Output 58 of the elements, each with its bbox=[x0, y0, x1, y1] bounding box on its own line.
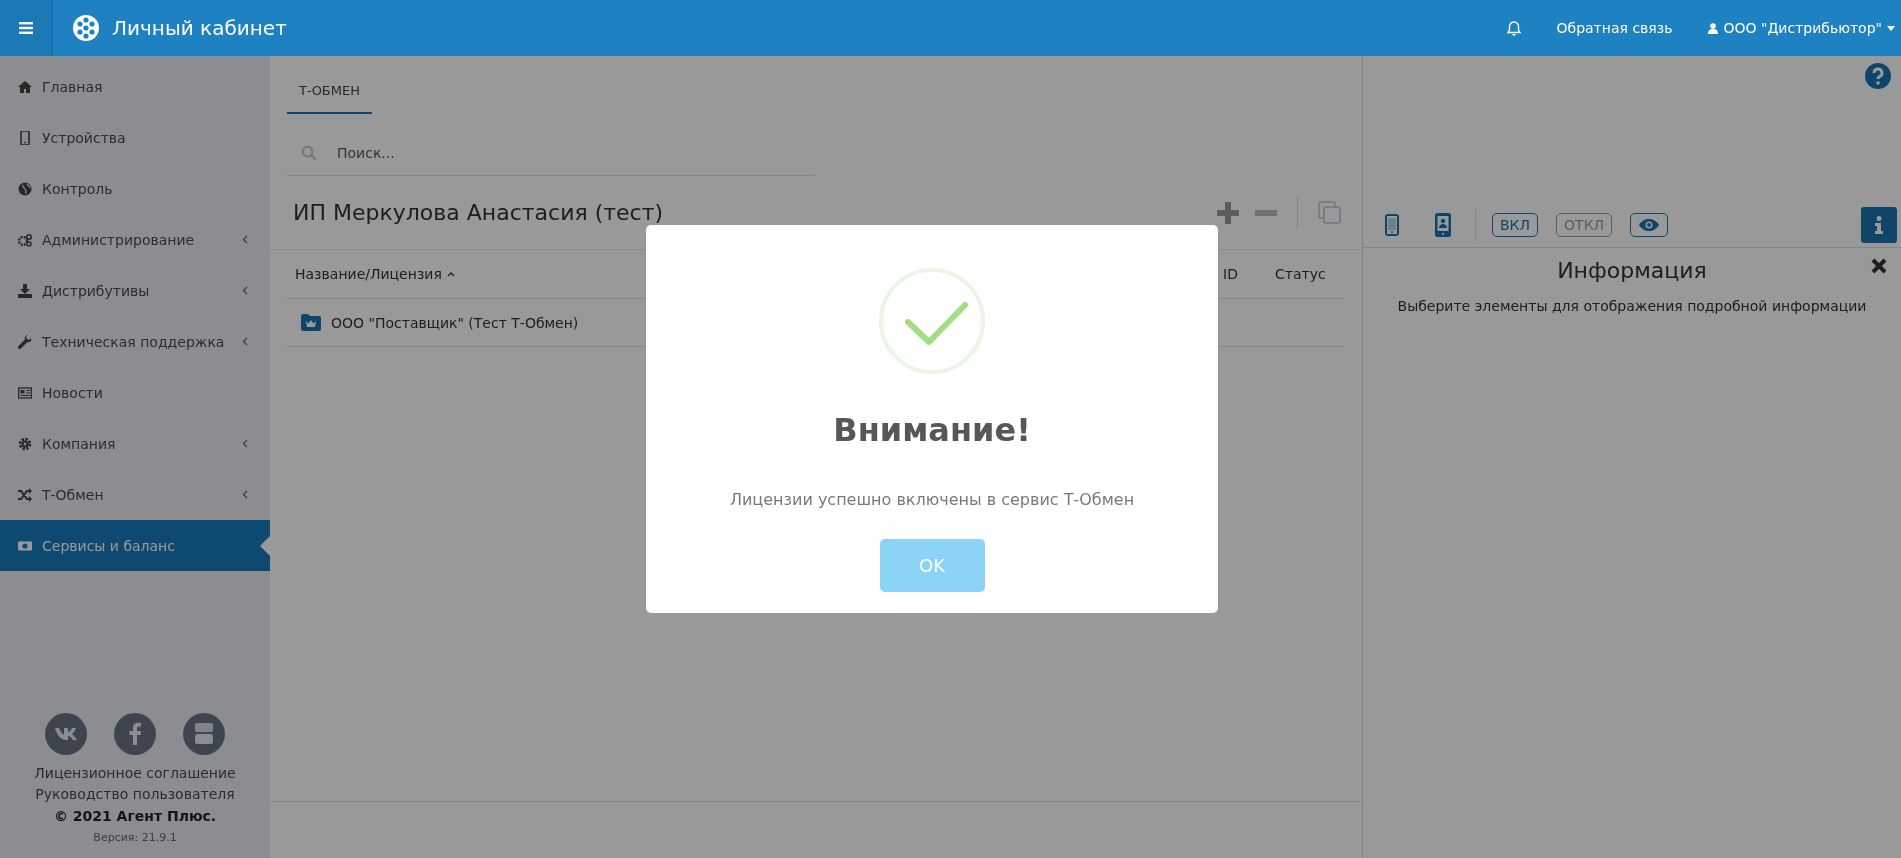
sidebar-item[interactable]: Техническая поддержка bbox=[0, 316, 270, 367]
help-icon[interactable] bbox=[1865, 63, 1891, 89]
dialog-message: Лицензии успешно включены в сервис Т-Обмен bbox=[729, 490, 1135, 509]
menu-icon bbox=[19, 22, 33, 34]
user-icon bbox=[1708, 22, 1719, 34]
newspaper-icon bbox=[18, 385, 32, 400]
eye-icon bbox=[1639, 219, 1660, 231]
info-icon bbox=[1874, 216, 1884, 234]
sidebar-item[interactable]: Контроль bbox=[0, 163, 270, 214]
panel-title: Информация bbox=[1557, 257, 1707, 283]
sidebar-item[interactable]: Компания bbox=[0, 418, 270, 469]
sidebar-item[interactable]: Администрирование bbox=[0, 214, 270, 265]
phone-icon bbox=[18, 130, 32, 145]
phone-icon[interactable] bbox=[1385, 214, 1399, 236]
facebook-icon[interactable] bbox=[114, 713, 156, 755]
download-icon bbox=[18, 283, 32, 298]
page-title: ИП Меркулова Анастасия (тест) bbox=[293, 200, 664, 225]
sidebar-item[interactable]: Сервисы и баланс bbox=[0, 520, 270, 571]
sidebar-item[interactable]: Дистрибутивы bbox=[0, 265, 270, 316]
caret-icon bbox=[1887, 25, 1895, 31]
search-field[interactable]: Поиск... bbox=[335, 143, 815, 162]
column-header[interactable]: Название/Лицензия bbox=[287, 266, 1223, 282]
vk-icon[interactable] bbox=[45, 713, 87, 755]
shuffle-icon bbox=[18, 487, 32, 502]
toggle-button[interactable]: ВКЛ bbox=[1492, 213, 1539, 237]
tab[interactable]: Т-ОБМЕН bbox=[287, 71, 372, 114]
app-title: Личный кабинет bbox=[112, 16, 287, 40]
bell-icon[interactable] bbox=[1506, 20, 1521, 36]
feedback-link[interactable]: Обратная связь bbox=[1556, 20, 1673, 36]
success-check-icon bbox=[878, 267, 986, 375]
column-header[interactable]: Статус bbox=[1275, 266, 1343, 282]
dialog-title: Внимание! bbox=[833, 411, 1031, 449]
version-text: Версия: 21.9.1 bbox=[93, 831, 177, 844]
copyright-text: © 2021 Агент Плюс. bbox=[53, 807, 217, 826]
close-icon[interactable] bbox=[1871, 258, 1887, 274]
sidebar-item[interactable]: Т-Обмен bbox=[0, 469, 270, 520]
logo-icon bbox=[72, 14, 100, 42]
plus-icon[interactable] bbox=[1217, 201, 1239, 224]
globe-icon bbox=[18, 181, 32, 196]
sidebar-item[interactable]: Новости bbox=[0, 367, 270, 418]
info-button[interactable] bbox=[1861, 207, 1897, 243]
sort-icon bbox=[446, 271, 455, 277]
sidebar-item[interactable]: Устройства bbox=[0, 112, 270, 163]
wrench-icon bbox=[18, 334, 32, 349]
table-cell: ООО "Поставщик" (Тест Т-Обмен) bbox=[331, 314, 579, 331]
footer-link[interactable]: Руководство пользователя bbox=[35, 784, 235, 805]
contact-phone-icon[interactable] bbox=[1435, 213, 1451, 237]
folder-icon bbox=[301, 314, 321, 331]
gear-icon bbox=[18, 436, 32, 451]
view-button[interactable] bbox=[1630, 213, 1669, 237]
search-icon bbox=[301, 144, 317, 161]
user-menu[interactable]: ООО "Дистрибьютор" bbox=[1708, 20, 1895, 36]
column-header[interactable]: ID bbox=[1223, 266, 1275, 282]
menu-button[interactable] bbox=[0, 0, 53, 56]
sidebar-item[interactable]: Главная bbox=[0, 61, 270, 112]
footer-link[interactable]: Лицензионное соглашение bbox=[34, 763, 236, 784]
info-text: Выберите элементы для отображения подробной информации bbox=[1396, 298, 1868, 314]
home-icon bbox=[18, 79, 32, 94]
